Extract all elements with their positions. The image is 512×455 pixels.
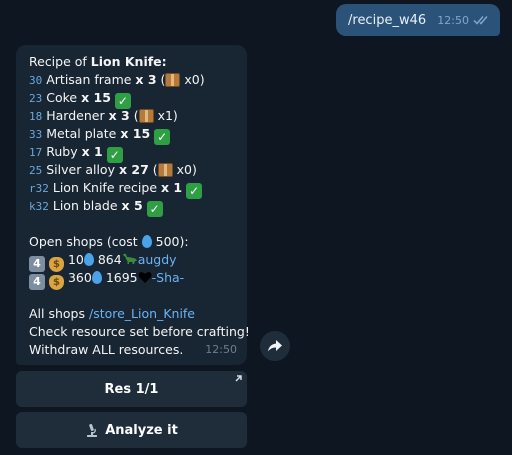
- ingredient-stock: x1): [157, 108, 178, 123]
- shop-mana: 864: [97, 252, 122, 267]
- package-icon: [165, 73, 181, 87]
- sauropod-icon: [122, 253, 137, 264]
- keycap-4-icon: 4: [29, 274, 45, 290]
- shop-row: 4 $ 10 864 augdy: [29, 251, 237, 272]
- ingredient-row: 30 Artisan frame x 3 ( x0): [29, 72, 205, 87]
- shop-gold: 10: [67, 252, 84, 267]
- shop-owner-link[interactable]: augdy: [138, 252, 177, 267]
- shop-gold: 360: [67, 270, 92, 285]
- outgoing-message[interactable]: /recipe_w46 12:50: [336, 4, 500, 36]
- package-icon: [138, 109, 154, 123]
- ingredient-qty: x 27: [118, 162, 149, 177]
- read-receipt-icon: [473, 16, 488, 25]
- check-mark-icon: ✓: [146, 201, 163, 217]
- recipe-title: Recipe of Lion Knife:: [29, 54, 167, 69]
- ingredient-row: 23 Coke x 15 ✓: [29, 89, 237, 109]
- shop-owner-link[interactable]: -Sha-: [152, 270, 185, 285]
- ingredient-name: Coke: [46, 90, 78, 105]
- ingredient-row: 33 Metal plate x 15 ✓: [29, 125, 237, 145]
- money-bag-icon: $: [48, 275, 64, 290]
- item-code[interactable]: r32: [29, 182, 49, 195]
- item-code[interactable]: 17: [29, 146, 42, 159]
- ingredient-qty: x 3: [108, 108, 130, 123]
- item-code[interactable]: 30: [29, 74, 42, 87]
- droplet-icon: [91, 271, 102, 284]
- package-icon: [157, 163, 173, 177]
- check-mark-icon: ✓: [186, 183, 203, 199]
- store-command-link[interactable]: /store_Lion_Knife: [89, 306, 195, 321]
- microscope-icon: [87, 423, 98, 437]
- message-time: 12:50: [205, 343, 237, 356]
- item-code[interactable]: 18: [29, 110, 42, 123]
- recipe-message[interactable]: Recipe of Lion Knife: 30 Artisan frame x…: [16, 45, 250, 365]
- ingredient-row: 18 Hardener x 3 ( x1): [29, 108, 178, 123]
- ingredient-name: Metal plate: [46, 126, 117, 141]
- item-code[interactable]: k32: [29, 200, 49, 213]
- item-code[interactable]: 33: [29, 128, 42, 141]
- item-code[interactable]: 23: [29, 92, 42, 105]
- check-mark-icon: ✓: [154, 129, 171, 145]
- ingredient-row: 17 Ruby x 1 ✓: [29, 143, 237, 163]
- ingredient-name: Artisan frame: [46, 72, 132, 87]
- ingredient-row: r32 Lion Knife recipe x 1 ✓: [29, 179, 237, 199]
- ingredient-name: Lion blade: [52, 198, 118, 213]
- open-shops-heading: Open shops (cost 500):: [29, 234, 189, 249]
- ingredient-row: k32 Lion blade x 5 ✓: [29, 197, 237, 217]
- black-heart-icon: [138, 272, 152, 283]
- ingredient-name: Ruby: [46, 144, 78, 159]
- share-button[interactable]: [260, 331, 290, 361]
- analyze-button[interactable]: Analyze it: [16, 412, 247, 448]
- outgoing-meta: 12:50: [437, 14, 490, 27]
- ingredient-name: Silver alloy: [46, 162, 115, 177]
- ingredient-row: 25 Silver alloy x 27 ( x0): [29, 162, 197, 177]
- ingredient-qty: x 1: [161, 180, 183, 195]
- share-arrow-icon: [268, 340, 282, 352]
- note-line: Check resource set before crafting!: [29, 324, 250, 339]
- ingredient-qty: x 3: [135, 72, 157, 87]
- ingredient-name: Hardener: [46, 108, 105, 123]
- ingredient-name: Lion Knife recipe: [52, 180, 158, 195]
- ingredient-qty: x 15: [120, 126, 151, 141]
- droplet-icon: [83, 253, 94, 266]
- ingredient-stock: x0): [176, 162, 197, 177]
- shop-mana: 1695: [105, 270, 138, 285]
- chat-area: /recipe_w46 12:50 Recipe of Lion Knife: …: [0, 0, 512, 455]
- droplet-icon: [141, 235, 152, 248]
- item-code[interactable]: 25: [29, 164, 42, 177]
- outgoing-time: 12:50: [437, 13, 469, 27]
- ingredient-qty: x 1: [81, 144, 103, 159]
- ingredient-qty: x 5: [121, 198, 143, 213]
- ingredient-stock: x0): [184, 72, 205, 87]
- res-button-label: Res 1/1: [104, 381, 159, 397]
- analyze-button-label: Analyze it: [105, 422, 178, 438]
- shop-row: 4 $ 360 1695 -Sha-: [29, 269, 237, 290]
- all-shops-line: All shops /store_Lion_Knife: [29, 306, 196, 321]
- res-button[interactable]: Res 1/1: [16, 371, 247, 407]
- outgoing-command: /recipe_w46: [348, 12, 427, 28]
- open-link-arrow-icon: [235, 375, 242, 382]
- ingredient-qty: x 15: [81, 90, 111, 105]
- recipe-item-name: Lion Knife:: [90, 54, 167, 69]
